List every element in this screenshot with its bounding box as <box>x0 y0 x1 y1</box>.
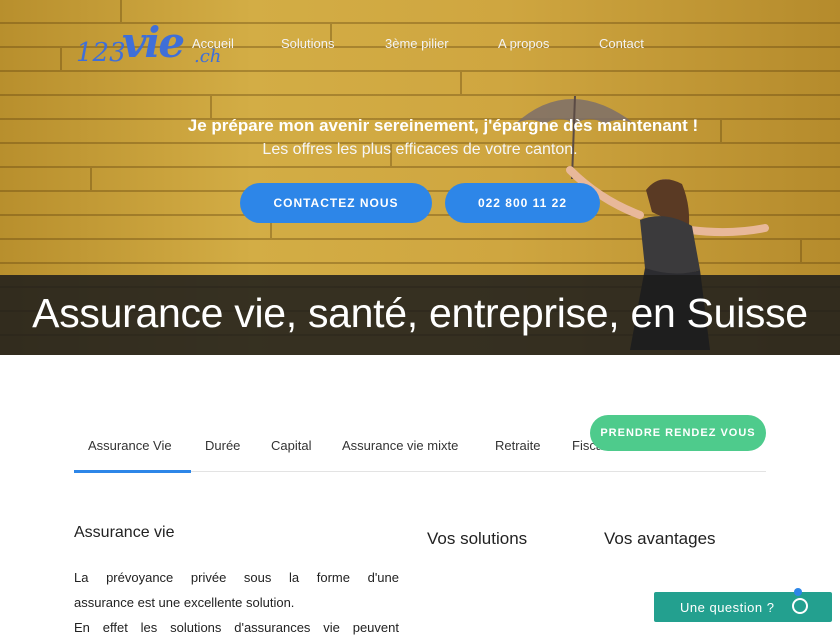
hero-subtitle: Les offres les plus efficaces de votre c… <box>262 141 578 158</box>
tab-capital[interactable]: Capital <box>271 438 311 453</box>
whatsapp-icon <box>792 598 808 614</box>
chat-widget[interactable]: Une question ? <box>654 588 832 622</box>
section-title-vos-avantages: Vos avantages <box>604 529 716 548</box>
intro-paragraph: La prévoyance privée sous la forme d'une… <box>74 565 399 640</box>
nav-item-contact[interactable]: Contact <box>599 36 644 51</box>
paragraph-line: assurance est une excellente solution. <box>74 595 295 610</box>
active-tab-indicator <box>74 470 191 473</box>
nav-item-a-propos[interactable]: A propos <box>498 36 549 51</box>
section-title-vos-solutions: Vos solutions <box>427 529 528 548</box>
chat-label: Une question ? <box>680 599 775 615</box>
tab-duree[interactable]: Durée <box>205 438 240 453</box>
paragraph-line: En effet les solutions d'assurances vie … <box>74 620 399 635</box>
contact-button[interactable]: CONTACTEZ NOUS <box>240 183 432 223</box>
page-title: Assurance vie, santé, entreprise, en Sui… <box>32 290 808 336</box>
tab-assurance-vie[interactable]: Assurance Vie <box>88 438 172 453</box>
main-nav: Accueil Solutions 3ème pilier A propos C… <box>0 36 840 54</box>
hero-title: Je prépare mon avenir sereinement, j'épa… <box>187 116 699 135</box>
appointment-button[interactable]: PRENDRE RENDEZ VOUS <box>590 415 766 451</box>
notification-dot <box>794 588 802 596</box>
paragraph-line: La prévoyance privée sous la forme d'une <box>74 570 399 585</box>
nav-item-solutions[interactable]: Solutions <box>281 36 334 51</box>
tab-assurance-vie-mixte[interactable]: Assurance vie mixte <box>342 438 458 453</box>
section-title-assurance-vie: Assurance vie <box>74 524 175 541</box>
nav-item-accueil[interactable]: Accueil <box>192 36 234 51</box>
tab-retraite[interactable]: Retraite <box>495 438 541 453</box>
nav-item-3eme-pilier[interactable]: 3ème pilier <box>385 36 449 51</box>
phone-button[interactable]: 022 800 11 22 <box>445 183 600 223</box>
